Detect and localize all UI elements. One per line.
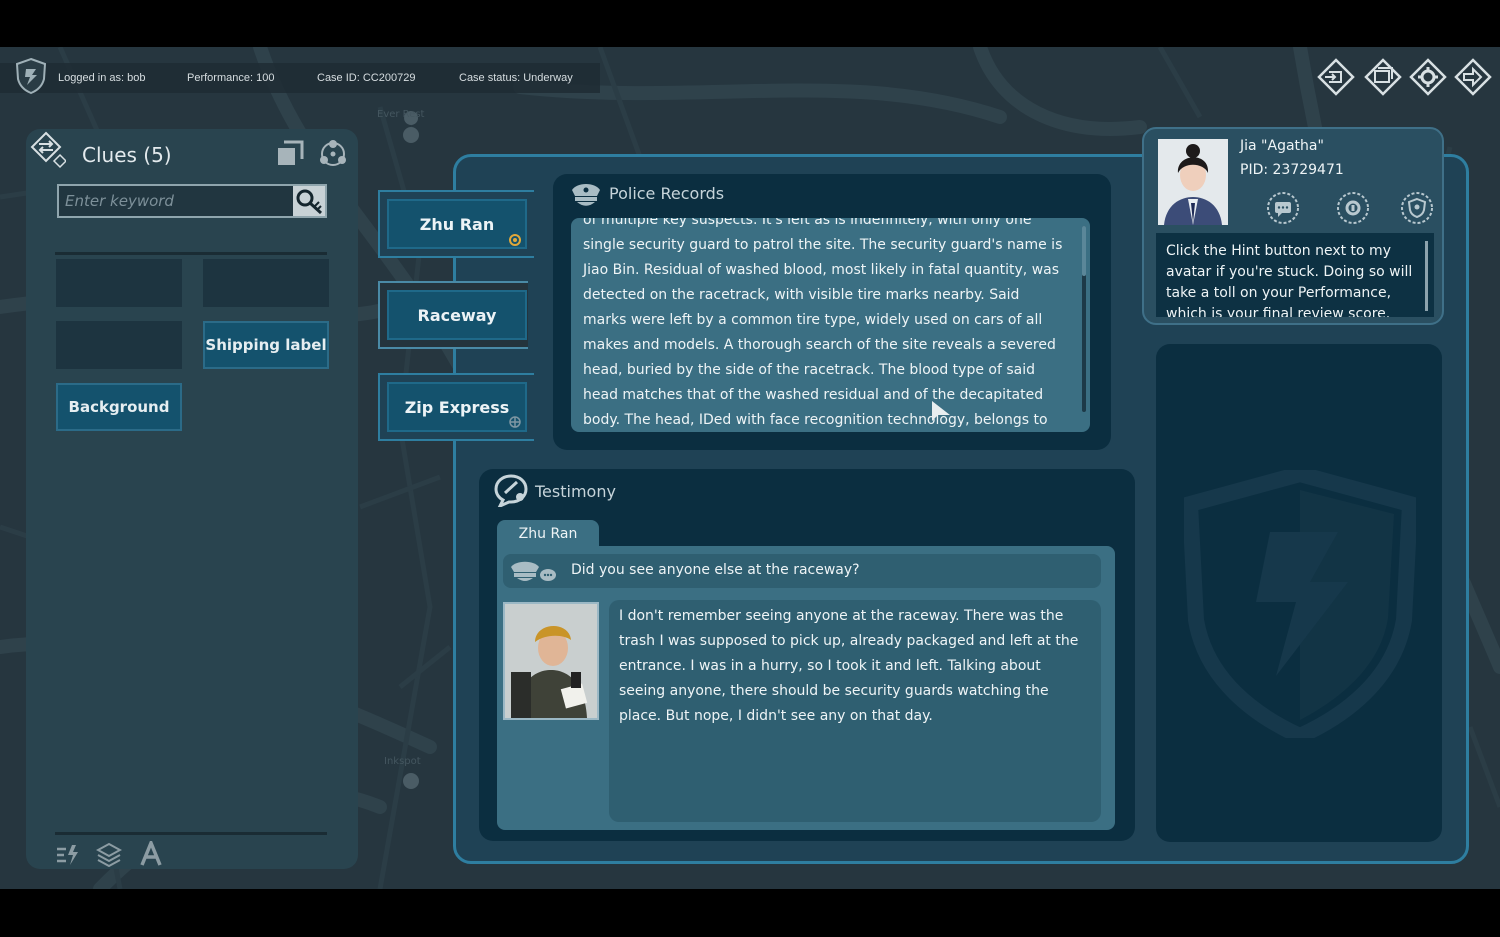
clue-shipping-label-button[interactable]: Shipping label <box>203 321 329 369</box>
tab-zhu-ran-label: Zhu Ran <box>387 199 527 249</box>
police-records-panel: Police Records of multiple key suspects.… <box>553 174 1111 450</box>
map-label-inkspot: Inkspot <box>384 756 421 767</box>
police-records-text: of multiple key suspects. It's left as i… <box>583 218 1063 428</box>
hint-scrollbar[interactable] <box>1425 241 1428 311</box>
performance-label: Performance: 100 <box>187 72 275 84</box>
network-icon[interactable] <box>318 139 348 169</box>
clues-icon <box>30 131 66 169</box>
game-window: Ever Rest Inkspot Logged in as: bob Perf… <box>0 0 1500 937</box>
exit-icon[interactable] <box>1454 58 1492 96</box>
police-records-title: Police Records <box>609 184 725 203</box>
testimony-panel: Testimony Zhu Ran Did you see anyone els… <box>479 469 1135 841</box>
testimony-title: Testimony <box>535 482 616 501</box>
clues-panel: Clues (5) Enter keyword Shipping label B… <box>26 129 358 869</box>
search-box <box>57 184 327 218</box>
answer-box[interactable]: I don't remember seeing anyone at the ra… <box>609 600 1101 822</box>
question-bar: Did you see anyone else at the raceway? <box>503 554 1101 588</box>
logged-in-label: Logged in as: bob <box>58 72 146 84</box>
game-screen: Ever Rest Inkspot Logged in as: bob Perf… <box>0 47 1500 889</box>
police-records-scroll-thumb[interactable] <box>1082 226 1086 276</box>
clue-background-button[interactable]: Background <box>56 383 182 431</box>
clues-title: Clues (5) <box>82 143 172 167</box>
testimony-tab-zhu-ran[interactable]: Zhu Ran <box>497 520 599 548</box>
hint-chat-icon[interactable] <box>1266 191 1300 225</box>
shield-watermark-icon <box>1184 470 1416 738</box>
sort-icon[interactable] <box>54 841 80 867</box>
assistant-pid: PID: 23729471 <box>1240 162 1344 178</box>
clues-divider <box>55 252 327 255</box>
case-id-label: Case ID: CC200729 <box>317 72 416 84</box>
tab-raceway[interactable]: Raceway <box>378 281 528 349</box>
location-marker-icon <box>509 234 521 246</box>
login-icon[interactable] <box>1317 58 1355 96</box>
settings-badge-icon[interactable] <box>1336 191 1370 225</box>
testimony-body: Did you see anyone else at the raceway? … <box>497 546 1115 830</box>
question-text: Did you see anyone else at the raceway? <box>571 562 860 578</box>
police-question-icon <box>511 561 556 581</box>
police-records-text-box[interactable]: of multiple key suspects. It's left as i… <box>571 218 1090 432</box>
assistant-name: Jia "Agatha" <box>1240 138 1324 154</box>
assistant-profile-card: Jia "Agatha" PID: 23729471 Click the Hin… <box>1142 127 1444 325</box>
tab-zip-express[interactable]: Zip Express <box>378 373 534 441</box>
clue-slot-empty <box>56 321 182 369</box>
clues-bottom-divider <box>55 832 327 835</box>
police-hat-icon <box>572 184 600 206</box>
detail-panel <box>1156 344 1442 842</box>
tab-zhu-ran[interactable]: Zhu Ran <box>378 190 534 258</box>
gear-icon[interactable] <box>1409 58 1447 96</box>
case-status-label: Case status: Underway <box>459 72 573 84</box>
hint-box[interactable]: Click the Hint button next to my avatar … <box>1156 233 1434 317</box>
window-icon[interactable] <box>1364 58 1402 96</box>
clue-slot-empty <box>56 259 182 307</box>
badge-shield-icon[interactable] <box>1400 191 1434 225</box>
assistant-avatar <box>1158 139 1228 225</box>
search-icon <box>296 189 323 215</box>
hint-text: Click the Hint button next to my avatar … <box>1166 243 1413 317</box>
network-marker-icon <box>509 416 521 428</box>
search-button[interactable] <box>293 186 325 216</box>
answer-text: I don't remember seeing anyone at the ra… <box>619 608 1079 724</box>
mouse-cursor-icon <box>932 401 950 421</box>
clue-slot-empty <box>203 259 329 307</box>
search-input[interactable] <box>65 186 293 216</box>
layers-icon[interactable] <box>96 841 122 867</box>
copy-icon[interactable] <box>276 139 304 167</box>
text-size-icon[interactable] <box>138 841 164 867</box>
map-label-ever-rest: Ever Rest <box>377 109 425 120</box>
tab-zip-express-label: Zip Express <box>387 382 527 432</box>
shield-logo-icon <box>15 57 47 95</box>
witness-avatar <box>503 602 599 720</box>
testimony-chat-icon <box>494 474 528 507</box>
tab-raceway-label: Raceway <box>387 290 527 340</box>
